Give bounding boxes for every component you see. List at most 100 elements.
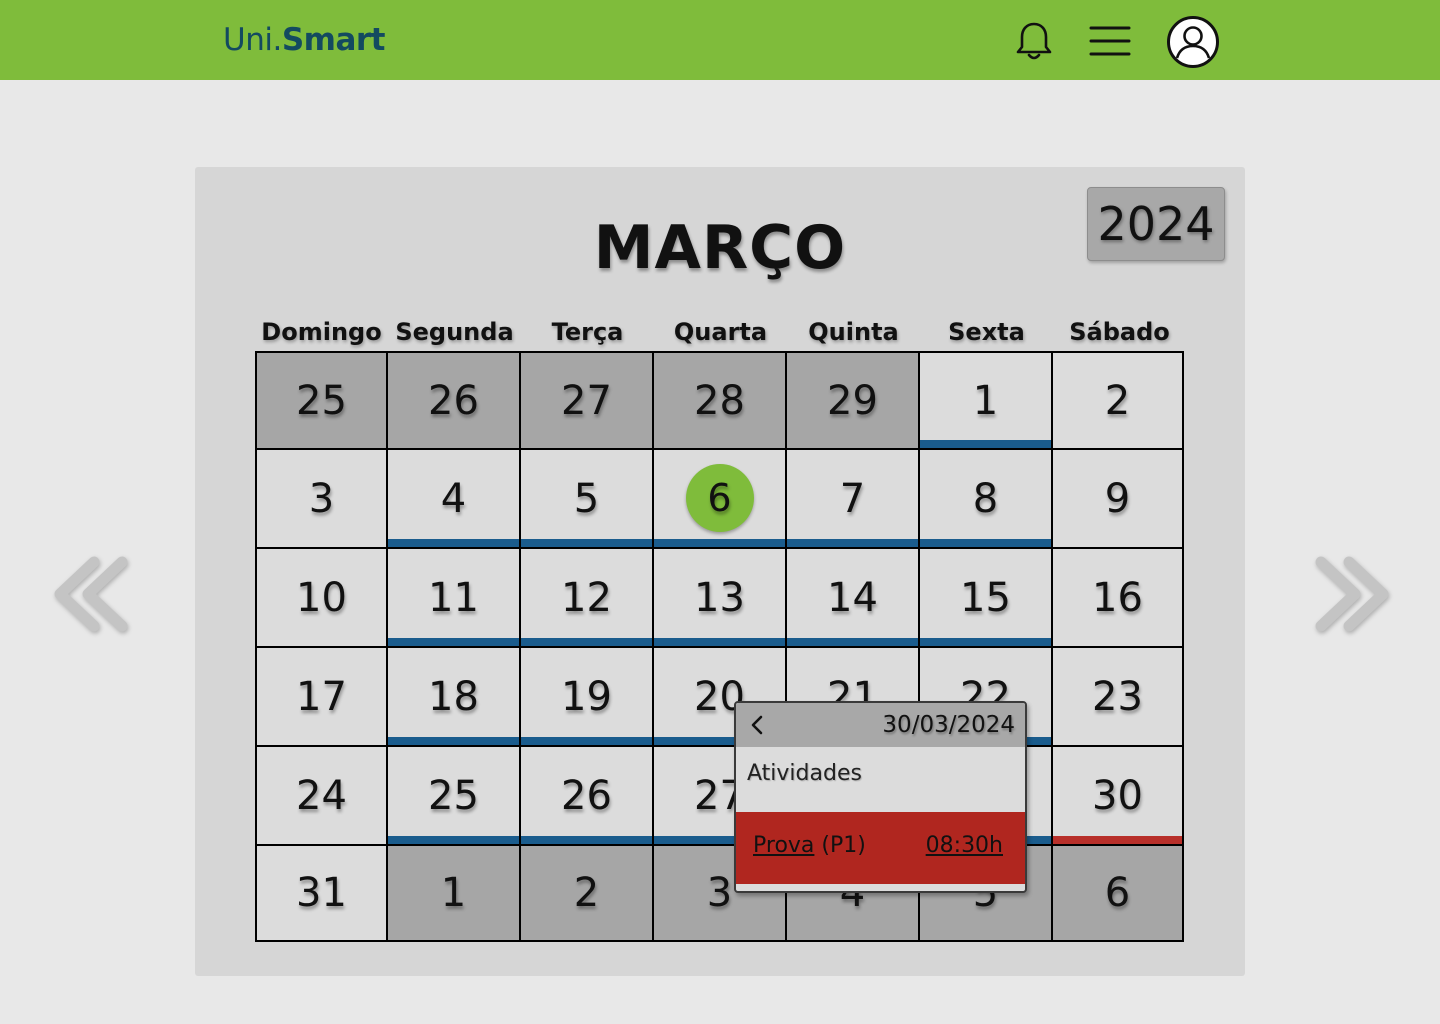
event-time[interactable]: 08:30h [926, 833, 1003, 858]
menu-icon[interactable] [1089, 24, 1131, 58]
day-cell[interactable]: 29 [787, 353, 920, 450]
class-indicator-bar [654, 539, 785, 547]
day-number: 2 [1104, 377, 1131, 424]
day-number: 17 [296, 673, 347, 720]
day-number: 1 [440, 870, 467, 916]
day-cell[interactable]: 1 [920, 353, 1053, 450]
day-cell[interactable]: 17 [257, 648, 388, 747]
day-cell[interactable]: 11 [388, 549, 521, 648]
day-cell[interactable]: 6 [1053, 846, 1182, 940]
weekday-label: Quarta [673, 318, 768, 346]
class-indicator-bar [388, 737, 519, 745]
day-number: 24 [296, 772, 347, 819]
day-number: 28 [694, 377, 745, 424]
day-popup: 30/03/2024 Atividades Prova (P1) 08:30h [734, 701, 1027, 893]
day-cell[interactable]: 18 [388, 648, 521, 747]
day-number: 4 [440, 475, 467, 522]
next-month-button[interactable] [1307, 550, 1397, 640]
class-indicator-bar [388, 836, 519, 844]
weekday-label: Domingo [261, 318, 382, 346]
day-number: 25 [296, 377, 347, 424]
class-indicator-bar [920, 638, 1051, 646]
day-number: 29 [827, 377, 878, 424]
day-cell[interactable]: 2 [1053, 353, 1182, 450]
popup-title: Atividades [747, 761, 862, 786]
day-cell[interactable]: 23 [1053, 648, 1182, 747]
day-cell[interactable]: 8 [920, 450, 1053, 549]
day-number: 26 [561, 772, 612, 819]
day-cell-today[interactable]: 6 [654, 450, 787, 549]
day-cell[interactable]: 5 [521, 450, 654, 549]
day-cell[interactable]: 16 [1053, 549, 1182, 648]
day-cell[interactable]: 1 [388, 846, 521, 940]
day-number: 30 [1092, 772, 1143, 819]
brand-logo[interactable]: Uni.Smart [223, 20, 385, 60]
day-cell[interactable]: 3 [257, 450, 388, 549]
day-cell[interactable]: 25 [388, 747, 521, 846]
day-cell[interactable]: 19 [521, 648, 654, 747]
day-number: 12 [561, 574, 612, 621]
day-number: 31 [296, 870, 347, 916]
class-indicator-bar [654, 638, 785, 646]
brand-prefix: Uni. [223, 22, 282, 58]
today-indicator: 6 [685, 464, 754, 532]
day-cell[interactable]: 14 [787, 549, 920, 648]
day-number: 6 [707, 476, 732, 520]
bell-icon[interactable] [1015, 20, 1053, 62]
user-icon[interactable] [1166, 15, 1220, 69]
popup-header: 30/03/2024 [736, 703, 1025, 747]
day-cell[interactable]: 24 [257, 747, 388, 846]
class-indicator-bar [521, 638, 652, 646]
day-number: 11 [428, 574, 479, 621]
day-cell[interactable]: 26 [521, 747, 654, 846]
day-cell[interactable]: 28 [654, 353, 787, 450]
day-number: 6 [1104, 870, 1131, 916]
class-indicator-bar [521, 836, 652, 844]
day-cell[interactable]: 26 [388, 353, 521, 450]
day-cell[interactable]: 15 [920, 549, 1053, 648]
weekday-label: Quinta [808, 318, 899, 346]
day-number: 1 [972, 377, 999, 424]
day-number: 23 [1092, 673, 1143, 720]
day-number: 7 [839, 475, 866, 522]
day-cell[interactable]: 31 [257, 846, 388, 940]
day-cell[interactable]: 7 [787, 450, 920, 549]
day-cell[interactable]: 4 [388, 450, 521, 549]
chevron-left-icon[interactable] [746, 711, 768, 739]
day-number: 26 [428, 377, 479, 424]
day-number: 16 [1092, 574, 1143, 621]
class-indicator-bar [787, 638, 918, 646]
year-selector[interactable]: 2024 [1087, 187, 1225, 261]
weekday-label: Segunda [395, 318, 514, 346]
day-number: 3 [706, 870, 733, 916]
double-chevron-right-icon [1315, 556, 1389, 632]
day-cell[interactable]: 13 [654, 549, 787, 648]
day-cell[interactable]: 25 [257, 353, 388, 450]
day-number: 27 [561, 377, 612, 424]
class-indicator-bar [388, 539, 519, 547]
event-name[interactable]: Prova (P1) [753, 833, 866, 858]
top-bar: Uni.Smart [0, 0, 1440, 80]
day-number: 19 [561, 673, 612, 720]
day-number: 5 [573, 475, 600, 522]
day-number: 9 [1104, 475, 1131, 522]
brand-suffix: Smart [281, 22, 386, 58]
day-cell[interactable]: 30 [1053, 747, 1182, 846]
calendar-panel: MARÇO 2024 Domingo Segunda Terça Quarta Quin… [195, 167, 1245, 976]
day-cell[interactable]: 12 [521, 549, 654, 648]
class-indicator-bar [920, 440, 1051, 448]
day-number: 10 [296, 574, 347, 621]
weekday-label: Terça [551, 318, 624, 346]
class-indicator-bar [920, 539, 1051, 547]
event-item[interactable]: Prova (P1) 08:30h [736, 812, 1025, 884]
day-cell[interactable]: 2 [521, 846, 654, 940]
prev-month-button[interactable] [46, 550, 136, 640]
day-cell[interactable]: 9 [1053, 450, 1182, 549]
weekday-label: Sábado [1069, 318, 1170, 346]
class-indicator-bar [521, 539, 652, 547]
day-number: 2 [573, 870, 600, 916]
day-cell[interactable]: 27 [521, 353, 654, 450]
weekday-header: Domingo Segunda Terça Quarta Quinta Sexta Sába… [255, 314, 1185, 354]
day-cell[interactable]: 10 [257, 549, 388, 648]
class-indicator-bar [787, 539, 918, 547]
